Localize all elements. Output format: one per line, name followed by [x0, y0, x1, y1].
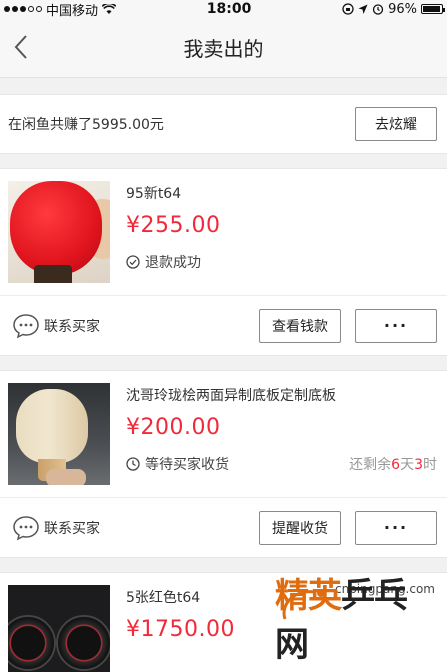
item-title: 沈哥玲珑桧两面异制底板定制底板: [126, 388, 336, 404]
contact-buyer-button[interactable]: 联系买家: [12, 313, 100, 339]
order-info: 5张红色t64 ¥1750.00: [126, 585, 439, 672]
wifi-icon: [102, 3, 117, 14]
contact-buyer-label: 联系买家: [44, 318, 100, 335]
time-remaining-days-unit: 天: [400, 457, 415, 473]
order-status: 等待买家收货 还剩余6天3时: [126, 454, 439, 474]
contact-buyer-button[interactable]: 联系买家: [12, 515, 100, 541]
more-button[interactable]: ···: [355, 510, 437, 545]
item-price: ¥255.00: [126, 213, 221, 238]
earnings-text: 在闲鱼共赚了5995.00元: [8, 117, 164, 133]
carrier-label: 中国移动: [46, 3, 99, 19]
order-status-text: 退款成功: [145, 255, 201, 271]
alarm-icon: [372, 4, 384, 15]
action-buttons: 提醒收货 ···: [259, 510, 437, 545]
order-actions: 联系买家 提醒收货 ···: [0, 497, 447, 557]
status-right: 96%: [342, 1, 445, 17]
chat-bubble-icon: [13, 313, 39, 338]
rotation-lock-icon: [342, 3, 354, 15]
order-card: 95新t64 ¥255.00 退款成功 联系买家 查看钱款 ···: [0, 168, 447, 356]
check-circle-icon: [126, 255, 140, 269]
show-off-button[interactable]: 去炫耀: [355, 107, 437, 141]
order-card: 5张红色t64 ¥1750.00: [0, 572, 447, 672]
time-remaining-days: 6: [391, 457, 401, 473]
order-summary[interactable]: 95新t64 ¥255.00 退款成功: [0, 169, 447, 283]
order-summary[interactable]: 沈哥玲珑桧两面异制底板定制底板 ¥200.00 等待买家收货 还剩余6天3时: [0, 371, 447, 485]
time-remaining-hours-unit: 时: [423, 457, 437, 473]
battery-icon: [421, 4, 445, 14]
signal-icon: [4, 6, 42, 12]
item-price: ¥1750.00: [126, 617, 235, 642]
back-button[interactable]: [6, 32, 36, 62]
order-info: 95新t64 ¥255.00 退款成功: [126, 181, 439, 283]
earnings-banner: 在闲鱼共赚了5995.00元 去炫耀: [0, 94, 447, 154]
time-remaining-hours: 3: [414, 457, 423, 473]
location-icon: [358, 4, 368, 14]
item-title: 95新t64: [126, 186, 182, 202]
battery-label: 96%: [388, 1, 417, 17]
nav-bar: 我卖出的: [0, 18, 447, 78]
clock-icon: [126, 457, 140, 471]
product-image: [8, 181, 110, 283]
contact-buyer-label: 联系买家: [44, 520, 100, 537]
order-actions: 联系买家 查看钱款 ···: [0, 295, 447, 355]
remind-receipt-button[interactable]: 提醒收货: [259, 510, 341, 545]
page-title: 我卖出的: [183, 37, 264, 61]
item-price: ¥200.00: [126, 415, 221, 440]
view-money-button[interactable]: 查看钱款: [259, 308, 341, 343]
order-status-text: 等待买家收货: [145, 457, 229, 473]
product-image: [8, 383, 110, 485]
status-bar: 中国移动 18:00 96%: [0, 0, 447, 19]
order-status: 退款成功: [126, 252, 439, 272]
order-card: 沈哥玲珑桧两面异制底板定制底板 ¥200.00 等待买家收货 还剩余6天3时 联…: [0, 370, 447, 558]
time-remaining: 还剩余6天3时: [349, 454, 437, 474]
clock: 18:00: [206, 1, 252, 17]
order-summary[interactable]: 5张红色t64 ¥1750.00: [0, 573, 447, 672]
time-remaining-prefix: 还剩余: [349, 457, 392, 473]
status-left: 中国移动: [4, 0, 117, 19]
chat-bubble-icon: [13, 515, 39, 540]
order-info: 沈哥玲珑桧两面异制底板定制底板 ¥200.00 等待买家收货 还剩余6天3时: [126, 383, 439, 485]
chevron-left-icon: [14, 35, 27, 59]
action-buttons: 查看钱款 ···: [259, 308, 437, 343]
product-image: [8, 585, 110, 672]
item-title: 5张红色t64: [126, 590, 201, 606]
more-button[interactable]: ···: [355, 308, 437, 343]
